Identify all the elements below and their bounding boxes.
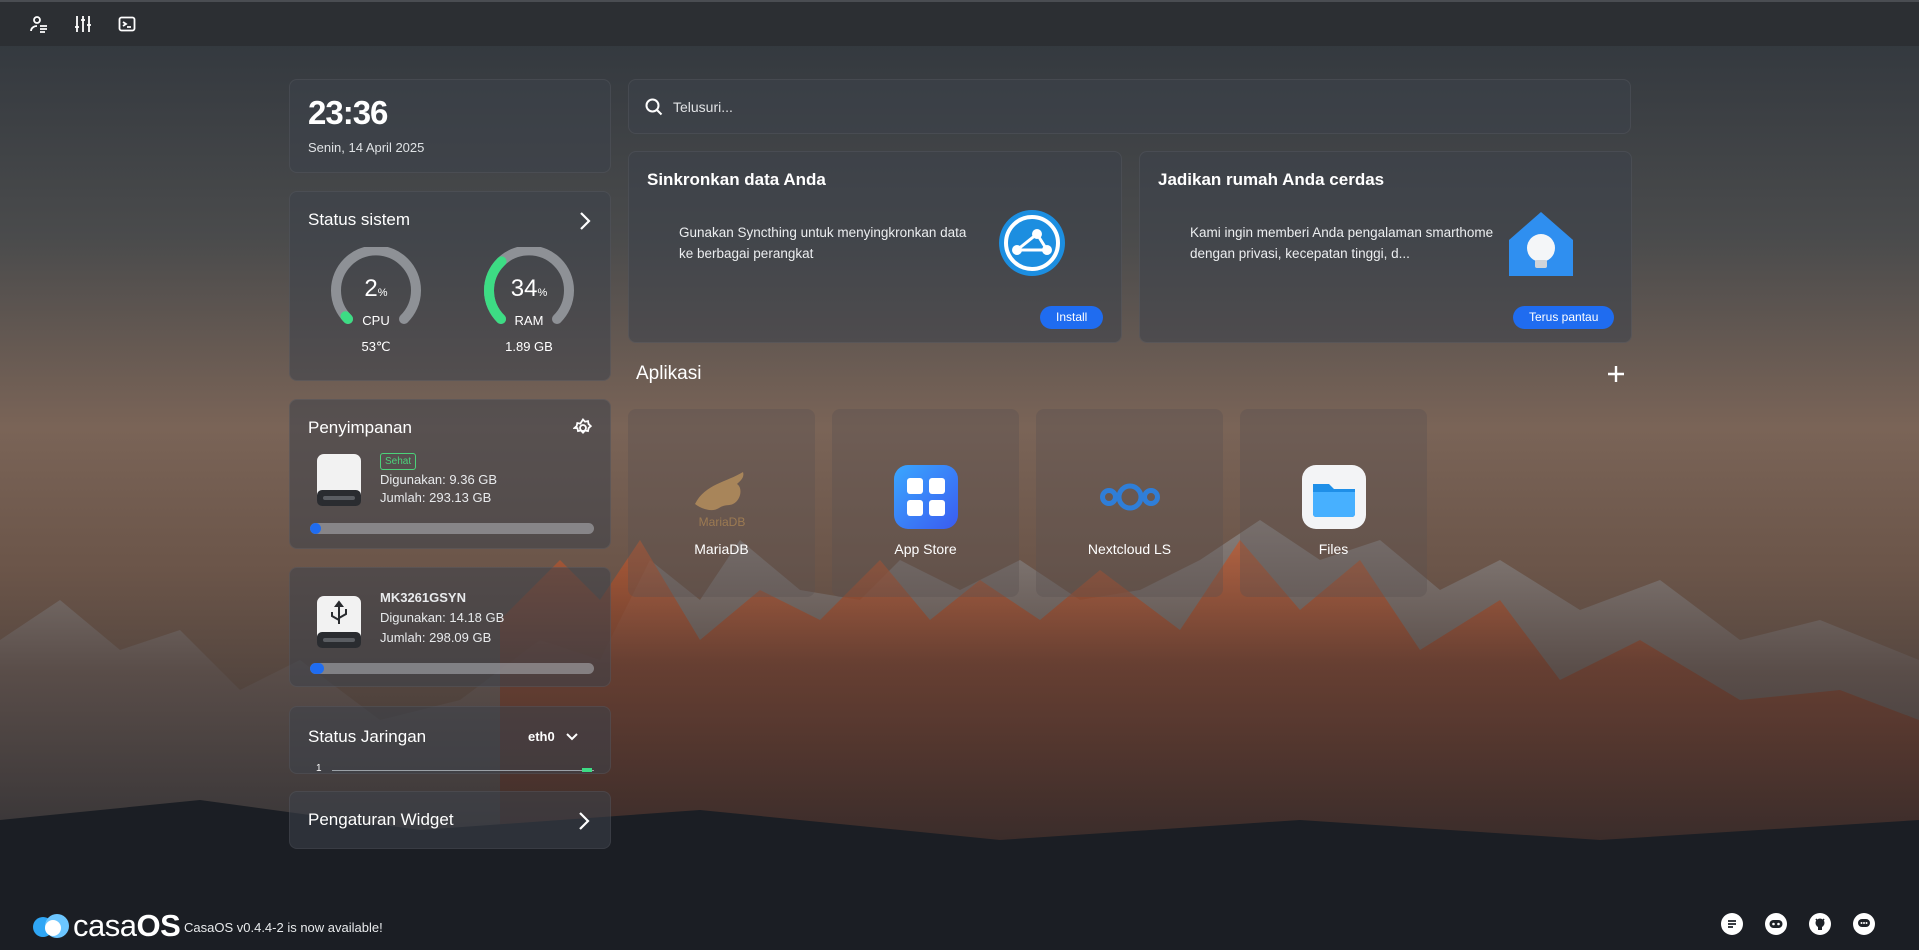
disk2-used: Digunakan: 14.18 GB xyxy=(380,610,505,625)
app-name: Nextcloud LS xyxy=(1087,541,1172,557)
network-interface: eth0 xyxy=(528,729,555,744)
user-settings-icon[interactable] xyxy=(28,13,50,35)
app-tile-app-store[interactable]: App Store xyxy=(832,409,1019,597)
mariadb-icon: MariaDB xyxy=(689,464,755,530)
disk1-used: Digunakan: 9.36 GB xyxy=(380,472,498,487)
install-button[interactable]: Install xyxy=(1040,306,1104,329)
promo-description: Kami ingin memberi Anda pengalaman smart… xyxy=(1190,225,1494,261)
footer-links xyxy=(1721,913,1875,935)
ram-gauge: 34% RAM 1.89 GB xyxy=(479,247,579,357)
system-status-title: Status sistem xyxy=(308,210,411,229)
app-name: MariaDB xyxy=(694,541,749,557)
cpu-gauge: 2% CPU 53℃ xyxy=(326,247,426,357)
healthy-badge: Sehat xyxy=(380,453,417,470)
clock-widget: 23:36 Senin, 14 April 2025 xyxy=(289,79,611,173)
app-tile-mariadb[interactable]: MariaDB MariaDB xyxy=(628,409,815,597)
forum-icon[interactable] xyxy=(1721,913,1743,935)
keep-watching-button[interactable]: Terus pantau xyxy=(1513,306,1615,329)
disk1-total: Jumlah: 293.13 GB xyxy=(380,490,492,505)
terminal-icon[interactable] xyxy=(116,13,138,35)
storage-title: Penyimpanan xyxy=(308,418,412,437)
sliders-icon[interactable] xyxy=(72,13,94,35)
storage-widget: Penyimpanan Sehat Digunakan: 9.36 GB Jum… xyxy=(289,399,611,549)
disk2-info: MK3261GSYN Digunakan: 14.18 GB Jumlah: 2… xyxy=(380,588,504,648)
nextcloud-icon xyxy=(1097,464,1163,530)
network-interface-select[interactable]: eth0 xyxy=(528,729,579,744)
mariadb-logo-text: MariaDB xyxy=(699,515,746,529)
promo-card-syncthing: Sinkronkan data Anda Gunakan Syncthing u… xyxy=(628,151,1122,343)
clock-time: 23:36 xyxy=(308,94,388,131)
search-input[interactable] xyxy=(673,98,1573,115)
network-graph-marker xyxy=(582,768,592,772)
ram-value: 34% xyxy=(510,275,548,302)
disk1-usage-bar xyxy=(310,523,594,534)
app-tile-files[interactable]: Files xyxy=(1240,409,1427,597)
disk2-total: Jumlah: 298.09 GB xyxy=(380,630,492,645)
disk2-usage-bar xyxy=(310,663,594,674)
app-store-icon xyxy=(893,464,959,530)
casaos-wordmark: casaOS xyxy=(73,908,181,943)
syncthing-icon xyxy=(999,210,1065,276)
top-bar xyxy=(0,0,1919,46)
update-notice[interactable]: CasaOS v0.4.4-2 is now available! xyxy=(184,920,383,935)
chevron-down-icon xyxy=(566,732,578,740)
widget-settings-title: Pengaturan Widget xyxy=(308,810,454,829)
app-name: App Store xyxy=(894,541,957,557)
gear-icon[interactable] xyxy=(573,418,593,438)
system-status-widget: Status sistem 2% CPU 53℃ 34% RAM 1.89 GB xyxy=(289,191,611,381)
promo-title: Jadikan rumah Anda cerdas xyxy=(1158,170,1385,189)
chevron-right-icon[interactable] xyxy=(578,210,592,232)
network-title: Status Jaringan xyxy=(308,727,427,746)
smart-home-icon xyxy=(1509,212,1573,276)
hdd-icon xyxy=(317,454,361,506)
usb-drive-icon xyxy=(317,596,361,648)
apps-section-title: Aplikasi xyxy=(636,363,702,384)
usb-disk-widget: MK3261GSYN Digunakan: 14.18 GB Jumlah: 2… xyxy=(289,567,611,687)
discord-icon[interactable] xyxy=(1765,913,1787,935)
cpu-label: CPU xyxy=(362,313,390,328)
promo-card-smarthome: Jadikan rumah Anda cerdas Kami ingin mem… xyxy=(1139,151,1632,343)
casaos-logo-icon xyxy=(33,914,69,938)
casaos-logo: casaOS xyxy=(32,908,181,944)
files-icon xyxy=(1301,464,1367,530)
search-bar[interactable] xyxy=(628,79,1631,134)
network-scale-label: 1 xyxy=(316,763,322,774)
widget-settings-button[interactable]: Pengaturan Widget xyxy=(289,791,611,849)
network-widget: Status Jaringan eth0 1 xyxy=(289,706,611,774)
add-app-icon[interactable] xyxy=(1604,362,1628,386)
disk1-info: Sehat Digunakan: 9.36 GB Jumlah: 293.13 … xyxy=(380,450,497,510)
promo-title: Sinkronkan data Anda xyxy=(647,170,826,189)
app-tile-nextcloud[interactable]: Nextcloud LS xyxy=(1036,409,1223,597)
app-name: Files xyxy=(1318,541,1349,557)
network-graph-line xyxy=(332,770,594,771)
chevron-right-icon xyxy=(579,812,590,830)
clock-date: Senin, 14 April 2025 xyxy=(308,140,425,155)
search-icon xyxy=(645,98,663,115)
feedback-icon[interactable] xyxy=(1853,913,1875,935)
promo-description: Gunakan Syncthing untuk menyingkronkan d… xyxy=(679,225,967,261)
cpu-value: 2% xyxy=(364,275,388,302)
cpu-temperature: 53℃ xyxy=(361,339,391,354)
disk2-name: MK3261GSYN xyxy=(380,590,466,605)
ram-used: 1.89 GB xyxy=(505,339,553,354)
ram-label: RAM xyxy=(514,313,544,328)
github-icon[interactable] xyxy=(1809,913,1831,935)
